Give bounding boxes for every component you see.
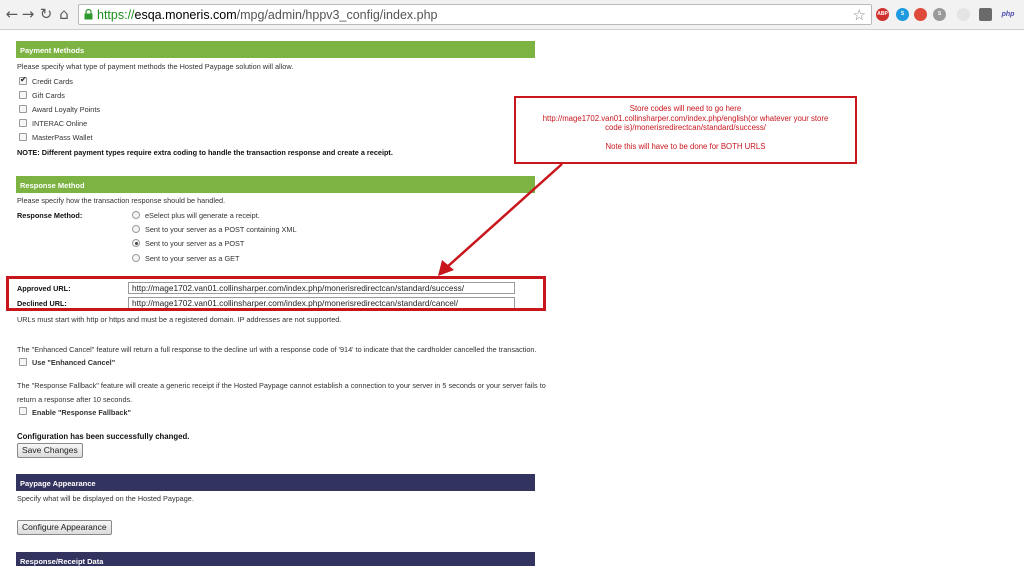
bookmark-star-icon[interactable]: ☆: [853, 6, 866, 24]
forward-icon[interactable]: →: [20, 6, 36, 22]
payment-types-note: NOTE: Different payment types require ex…: [17, 148, 393, 157]
status-message: Configuration has been successfully chan…: [17, 432, 190, 441]
radio-eselect-receipt[interactable]: [132, 211, 140, 219]
masterpass-checkbox[interactable]: [19, 133, 27, 141]
interac-online-label: INTERAC Online: [32, 119, 88, 128]
radio-get[interactable]: [132, 254, 140, 262]
radio-get-label: Sent to your server as a GET: [145, 254, 240, 263]
lock-icon: [84, 9, 93, 20]
callout-line-2: http://mage1702.van01.collinsharper.com/…: [542, 113, 829, 123]
paypage-appearance-intro: Specify what will be displayed on the Ho…: [17, 494, 194, 503]
urls-note: URLs must start with http or https and m…: [17, 315, 342, 324]
credit-cards-label: Credit Cards: [32, 77, 73, 86]
extension-red-icon[interactable]: [914, 8, 927, 21]
reload-icon[interactable]: ↻: [38, 6, 54, 22]
enhanced-cancel-description: The "Enhanced Cancel" feature will retur…: [17, 345, 537, 354]
response-fallback-checkbox[interactable]: [19, 407, 27, 415]
response-method-header: Response Method: [16, 176, 535, 193]
radio-post[interactable]: [132, 239, 140, 247]
adblock-plus-icon[interactable]: ABP: [876, 8, 889, 21]
url-text: https://esqa.moneris.com/mpg/admin/hppv3…: [97, 8, 438, 22]
annotation-callout: Store codes will need to go here http://…: [514, 96, 857, 164]
award-loyalty-checkbox[interactable]: [19, 105, 27, 113]
radio-post-xml-label: Sent to your server as a POST containing…: [145, 225, 297, 234]
back-icon[interactable]: ←: [4, 6, 20, 22]
payment-methods-intro: Please specify what type of payment meth…: [17, 62, 294, 71]
home-icon[interactable]: ⌂: [56, 6, 72, 22]
credit-cards-checkbox[interactable]: [19, 75, 27, 85]
php-extension-icon[interactable]: php: [999, 8, 1017, 21]
save-changes-button[interactable]: Save Changes: [17, 443, 83, 458]
extension-gray-s-icon[interactable]: S: [933, 8, 946, 21]
paypage-appearance-header: Paypage Appearance: [16, 474, 535, 491]
radio-eselect-receipt-label: eSelect plus will generate a receipt.: [145, 211, 260, 220]
address-bar[interactable]: https://esqa.moneris.com/mpg/admin/hppv3…: [78, 4, 872, 25]
radio-post-label: Sent to your server as a POST: [145, 239, 245, 248]
enhanced-cancel-label: Use "Enhanced Cancel": [32, 358, 116, 367]
award-loyalty-label: Award Loyalty Points: [32, 105, 101, 114]
url-highlight-box: [6, 276, 546, 311]
callout-line-4: Note this will have to be done for BOTH …: [605, 141, 766, 151]
response-method-label: Response Method:: [17, 211, 83, 220]
interac-online-checkbox[interactable]: [19, 119, 27, 127]
extension-box-icon[interactable]: [979, 8, 992, 21]
callout-line-1: Store codes will need to go here: [629, 104, 742, 113]
masterpass-label: MasterPass Wallet: [32, 133, 93, 142]
receipt-data-header: Response/Receipt Data: [16, 552, 535, 566]
gift-cards-checkbox[interactable]: [19, 91, 27, 99]
response-fallback-label: Enable "Response Fallback": [32, 408, 131, 417]
skype-icon[interactable]: S: [896, 8, 909, 21]
response-fallback-description-cont: return a response after 10 seconds.: [17, 395, 133, 404]
radio-post-xml[interactable]: [132, 225, 140, 233]
browser-toolbar: ← → ↻ ⌂ https://esqa.moneris.com/mpg/adm…: [0, 0, 1024, 30]
configure-appearance-button[interactable]: Configure Appearance: [17, 520, 112, 535]
response-fallback-description: The "Response Fallback" feature will cre…: [17, 381, 546, 390]
response-method-intro: Please specify how the transaction respo…: [17, 196, 226, 205]
payment-methods-header: Payment Methods: [16, 41, 535, 58]
extension-blank-icon[interactable]: [957, 8, 970, 21]
gift-cards-label: Gift Cards: [32, 91, 65, 100]
callout-line-3: code is)/monerisredirectcan/standard/suc…: [605, 123, 766, 132]
enhanced-cancel-checkbox[interactable]: [19, 358, 27, 366]
